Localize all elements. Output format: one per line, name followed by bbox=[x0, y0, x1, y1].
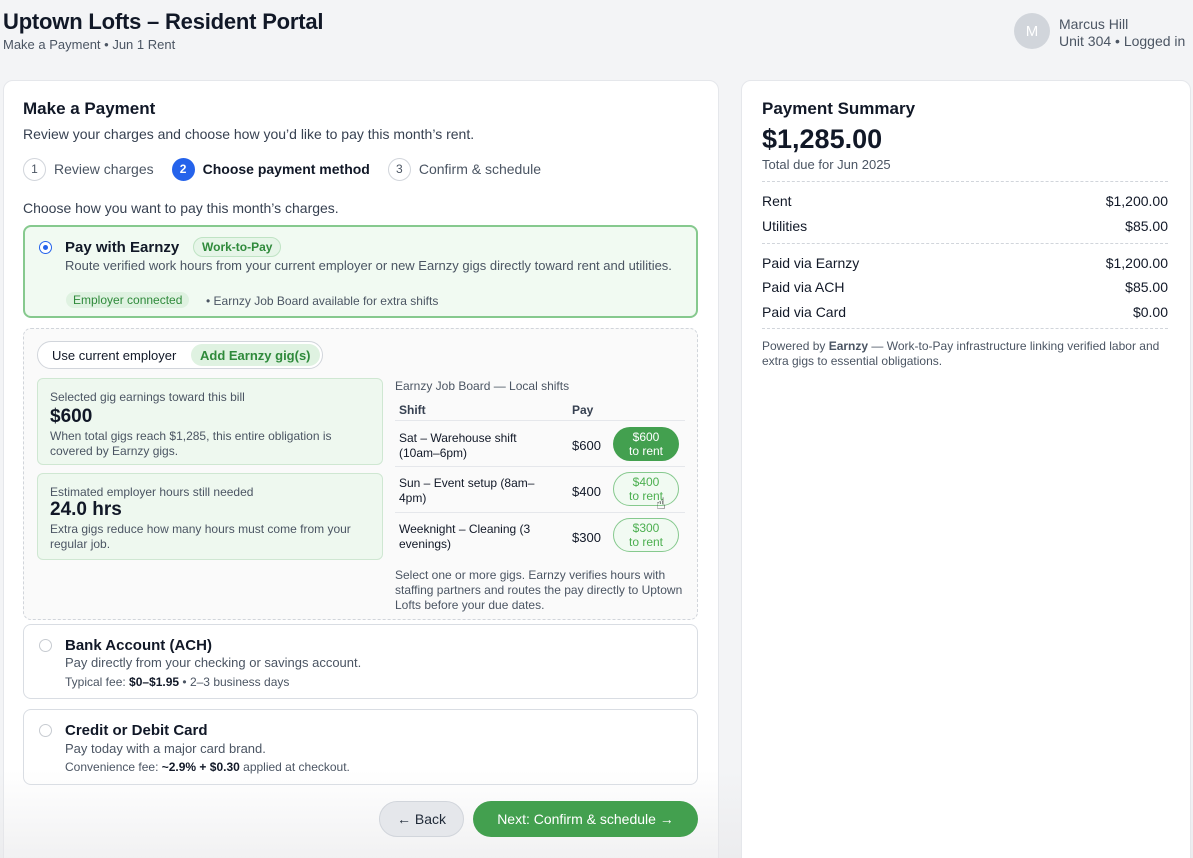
payment-title: Make a Payment bbox=[23, 99, 156, 118]
job-row: Sat – Warehouse shift (10am–6pm) $600 $6… bbox=[395, 420, 685, 466]
row-value: $85.00 bbox=[1125, 218, 1168, 234]
job-row: Sun – Event setup (8am–4pm) $400 $400 to… bbox=[395, 466, 685, 512]
job-shift: Weeknight – Cleaning (3 evenings) bbox=[399, 522, 531, 551]
toggle-use-current-employer[interactable]: Use current employer bbox=[52, 348, 176, 363]
gig-earnings-note: When total gigs reach $1,285, this entir… bbox=[50, 429, 332, 458]
job-shift: Sat – Warehouse shift (10am–6pm) bbox=[399, 431, 517, 460]
step-label: Choose payment method bbox=[202, 161, 370, 177]
row-label: Paid via Card bbox=[762, 304, 847, 320]
gig-earnings-value: $600 bbox=[50, 406, 93, 427]
ach-radio[interactable] bbox=[39, 639, 52, 652]
earnzy-description: Route verified work hours from your curr… bbox=[65, 258, 672, 273]
job-pay: $300 bbox=[572, 530, 601, 545]
employer-connected-badge: Employer connected bbox=[66, 292, 190, 308]
summary-total-label: Total due for Jun 2025 bbox=[762, 157, 891, 172]
step-review-charges[interactable]: 1 Review charges bbox=[23, 157, 154, 181]
summary-total: $1,285.00 bbox=[762, 124, 883, 154]
gig-earnings-card: Selected gig earnings toward this bill $… bbox=[37, 378, 383, 465]
summary-row-rent: Rent $1,200.00 bbox=[762, 193, 1168, 209]
summary-title: Payment Summary bbox=[762, 99, 916, 118]
next-confirm-button[interactable]: Next: Confirm & schedule → bbox=[473, 801, 698, 837]
step-label: Review charges bbox=[54, 161, 154, 177]
work-to-pay-badge: Work-to-Pay bbox=[193, 237, 282, 257]
job-board-title: Earnzy Job Board — Local shifts bbox=[395, 379, 570, 393]
divider bbox=[762, 328, 1168, 329]
card-radio[interactable] bbox=[39, 724, 52, 737]
ach-fee-value: $0–$1.95 bbox=[129, 675, 180, 689]
hours-needed-card: Estimated employer hours still needed 24… bbox=[37, 473, 383, 560]
divider bbox=[762, 181, 1168, 182]
col-pay-header: Pay bbox=[572, 403, 594, 417]
ach-fee: Typical fee: $0–$1.95 • 2–3 business day… bbox=[65, 674, 289, 690]
job-shift: Sun – Event setup (8am–4pm) bbox=[399, 476, 535, 505]
apply-to-rent-button[interactable]: $600 to rent bbox=[613, 427, 679, 461]
ach-description: Pay directly from your checking or savin… bbox=[65, 655, 362, 670]
apply-to-rent-button[interactable]: $400 to rent bbox=[613, 472, 679, 506]
summary-row-ach: Paid via ACH $85.00 bbox=[762, 279, 1168, 295]
footer-brand: Earnzy bbox=[828, 339, 869, 353]
step-confirm-schedule[interactable]: 3 Confirm & schedule bbox=[387, 157, 542, 181]
ach-title: Bank Account (ACH) bbox=[65, 637, 212, 654]
apply-text: to rent bbox=[628, 444, 664, 458]
app-header: Uptown Lofts – Resident Portal Make a Pa… bbox=[0, 0, 1193, 70]
job-pay: $600 bbox=[572, 438, 601, 453]
job-board-note: Select one or more gigs. Earnzy verifies… bbox=[395, 568, 683, 612]
step-label: Confirm & schedule bbox=[418, 161, 542, 177]
divider bbox=[762, 243, 1168, 244]
job-pay: $400 bbox=[572, 484, 601, 499]
earnzy-title: Pay with Earnzy bbox=[65, 239, 180, 256]
earnzy-status-note: • Earnzy Job Board available for extra s… bbox=[206, 294, 439, 308]
hours-needed-value: 24.0 hrs bbox=[50, 499, 122, 520]
choose-label: Choose how you want to pay this month’s … bbox=[23, 200, 339, 216]
row-value: $1,200.00 bbox=[1105, 255, 1168, 271]
ach-fee-prefix: Typical fee: bbox=[65, 675, 130, 689]
stepper: 1 Review charges 2 Choose payment method… bbox=[23, 156, 559, 182]
apply-text: to rent bbox=[628, 535, 664, 549]
card-title: Credit or Debit Card bbox=[65, 722, 208, 739]
gig-earnings-label: Selected gig earnings toward this bill bbox=[50, 390, 245, 404]
user-name: Marcus Hill bbox=[1059, 16, 1129, 32]
card-description: Pay today with a major card brand. bbox=[65, 741, 266, 756]
step-number: 3 bbox=[387, 157, 411, 181]
summary-footer: Powered by Earnzy — Work-to-Pay infrastr… bbox=[762, 339, 1162, 369]
avatar[interactable]: M bbox=[1014, 13, 1050, 49]
row-label: Paid via Earnzy bbox=[762, 255, 860, 271]
payment-description: Review your charges and choose how you’d… bbox=[23, 126, 475, 142]
step-choose-method[interactable]: 2 Choose payment method bbox=[171, 157, 370, 181]
row-value: $1,200.00 bbox=[1105, 193, 1168, 209]
apply-amount: $300 bbox=[632, 521, 660, 535]
hours-needed-label: Estimated employer hours still needed bbox=[50, 485, 254, 499]
row-value: $0.00 bbox=[1132, 304, 1168, 320]
toggle-add-earnzy-gigs[interactable]: Add Earnzy gig(s) bbox=[191, 344, 320, 366]
back-button[interactable]: ← Back bbox=[379, 801, 464, 837]
job-row: Weeknight – Cleaning (3 evenings) $300 $… bbox=[395, 512, 685, 558]
pointer-cursor-icon: ☝ bbox=[656, 496, 666, 513]
summary-row-earnzy: Paid via Earnzy $1,200.00 bbox=[762, 255, 1168, 271]
row-label: Paid via ACH bbox=[762, 279, 845, 295]
app-title: Uptown Lofts – Resident Portal bbox=[3, 9, 324, 34]
earnzy-radio[interactable] bbox=[39, 241, 52, 254]
apply-amount: $400 bbox=[632, 475, 660, 489]
apply-amount: $600 bbox=[632, 430, 660, 444]
user-meta: Unit 304 • Logged in bbox=[1059, 33, 1186, 49]
ach-fee-suffix: • 2–3 business days bbox=[179, 675, 290, 689]
card-fee-value: ~2.9% + $0.30 bbox=[161, 760, 240, 774]
card-fee-prefix: Convenience fee: bbox=[65, 760, 162, 774]
summary-row-utilities: Utilities $85.00 bbox=[762, 218, 1168, 234]
summary-row-card: Paid via Card $0.00 bbox=[762, 304, 1168, 320]
row-value: $85.00 bbox=[1125, 279, 1168, 295]
step-number: 1 bbox=[23, 157, 46, 181]
row-label: Utilities bbox=[762, 218, 808, 234]
card-fee-suffix: applied at checkout. bbox=[239, 760, 350, 774]
apply-to-rent-button[interactable]: $300 to rent bbox=[613, 518, 679, 552]
step-number: 2 bbox=[171, 157, 195, 181]
breadcrumb: Make a Payment • Jun 1 Rent bbox=[3, 37, 176, 52]
hours-needed-note: Extra gigs reduce how many hours must co… bbox=[50, 522, 351, 551]
card-fee: Convenience fee: ~2.9% + $0.30 applied a… bbox=[65, 759, 350, 775]
col-shift-header: Shift bbox=[399, 403, 426, 417]
row-label: Rent bbox=[762, 193, 792, 209]
footer-prefix: Powered by bbox=[762, 339, 829, 353]
